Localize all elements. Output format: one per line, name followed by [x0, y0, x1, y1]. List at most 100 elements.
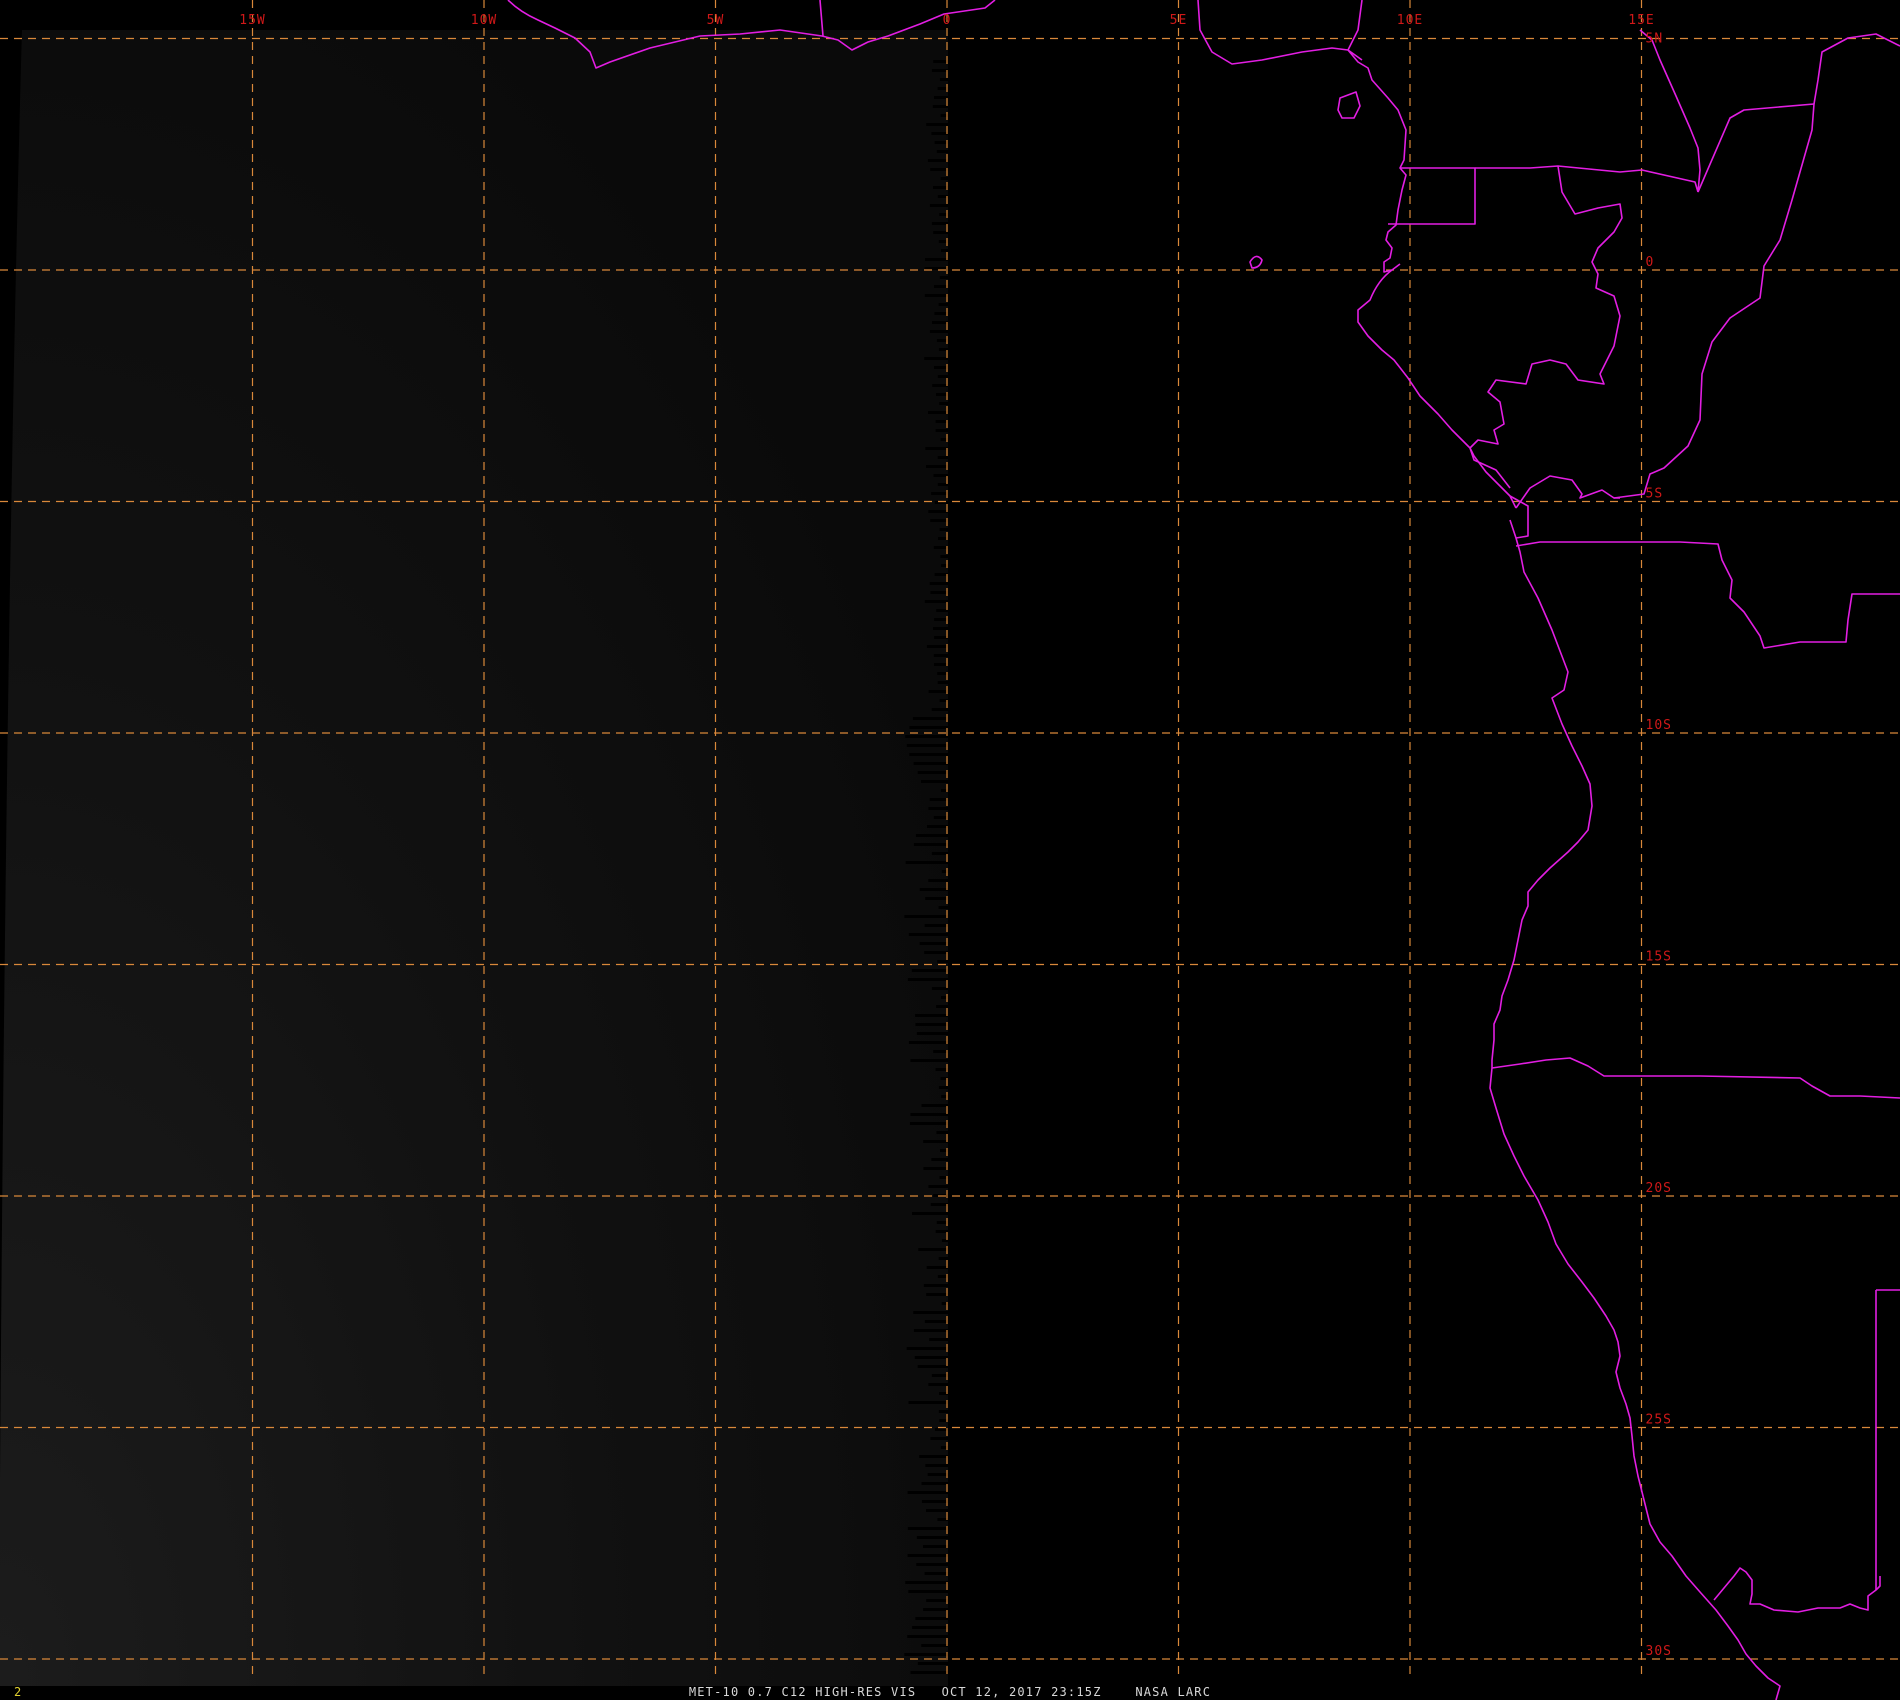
- terminator-speckle: [921, 1500, 948, 1503]
- terminator-speckle: [924, 294, 948, 297]
- terminator-speckle: [933, 186, 948, 189]
- terminator-speckle: [908, 933, 948, 936]
- terminator-speckle: [931, 69, 948, 72]
- terminator-speckle: [936, 150, 948, 153]
- terminator-speckle: [939, 528, 948, 531]
- terminator-speckle: [937, 672, 948, 675]
- terminator-speckle: [916, 1536, 948, 1539]
- terminator-speckle: [931, 222, 948, 225]
- terminator-speckle: [938, 303, 948, 306]
- terminator-speckle: [932, 384, 948, 387]
- terminator-speckle: [935, 429, 948, 432]
- terminator-speckle: [907, 1491, 948, 1494]
- terminator-speckle: [931, 132, 948, 135]
- terminator-speckle: [926, 1599, 948, 1602]
- terminator-speckle: [930, 168, 948, 171]
- terminator-speckle: [925, 1509, 948, 1512]
- terminator-speckle: [938, 1086, 948, 1089]
- terminator-speckle: [918, 1248, 948, 1251]
- terminator-speckle: [927, 159, 948, 162]
- terminator-speckle: [907, 978, 948, 981]
- terminator-speckle: [905, 1581, 948, 1584]
- terminator-speckle: [938, 906, 948, 909]
- terminator-speckle: [928, 411, 948, 414]
- illuminated-region: [0, 30, 948, 1686]
- terminator-speckle: [904, 1653, 948, 1656]
- terminator-speckle: [940, 555, 948, 558]
- terminator-speckle: [913, 762, 948, 765]
- terminator-speckle: [938, 1410, 948, 1413]
- terminator-speckle: [934, 312, 948, 315]
- terminator-speckle: [917, 1365, 948, 1368]
- terminator-speckle: [928, 807, 948, 810]
- terminator-speckle: [924, 600, 948, 603]
- latitude-label: 30S: [1646, 1644, 1672, 1659]
- terminator-speckle: [916, 1563, 948, 1566]
- terminator-speckle: [926, 645, 948, 648]
- terminator-speckle: [924, 1320, 948, 1323]
- terminator-speckle: [930, 519, 948, 522]
- terminator-speckle: [908, 1590, 948, 1593]
- terminator-speckle: [941, 249, 948, 252]
- terminator-speckle: [905, 735, 948, 738]
- terminator-speckle: [931, 492, 948, 495]
- terminator-speckle: [910, 1059, 948, 1062]
- terminator-speckle: [934, 618, 948, 621]
- terminator-speckle: [933, 816, 948, 819]
- latitude-label: 0: [1646, 255, 1655, 270]
- terminator-speckle: [934, 663, 948, 666]
- terminator-speckle: [930, 1437, 948, 1440]
- terminator-speckle: [930, 1203, 948, 1206]
- satellite-map: 15W 10W 5W 0 5E 10E 15E 5N 0 5S 10S 15S 20S 25S 30S: [0, 0, 1900, 1700]
- terminator-speckle: [936, 339, 948, 342]
- terminator-speckle: [931, 708, 948, 711]
- terminator-speckle: [912, 717, 948, 720]
- terminator-speckle: [921, 1104, 948, 1107]
- terminator-speckle: [924, 951, 948, 954]
- terminator-speckle: [911, 1212, 948, 1215]
- terminator-speckle: [934, 141, 948, 144]
- longitude-label: 5E: [1170, 13, 1188, 28]
- terminator-speckle: [920, 780, 948, 783]
- terminator-speckle: [919, 888, 948, 891]
- terminator-speckle: [933, 60, 948, 63]
- terminator-speckle: [914, 1356, 948, 1359]
- terminator-speckle: [925, 258, 948, 261]
- terminator-speckle: [931, 1374, 948, 1377]
- latitude-label: 15S: [1646, 950, 1672, 965]
- latitude-label: 5S: [1646, 487, 1664, 502]
- terminator-speckle: [926, 1293, 948, 1296]
- terminator-speckle: [938, 1257, 948, 1260]
- terminator-speckle: [924, 1572, 948, 1575]
- terminator-speckle: [927, 825, 948, 828]
- terminator-speckle: [906, 1347, 948, 1350]
- terminator-speckle: [927, 1473, 948, 1476]
- terminator-speckle: [936, 1005, 948, 1008]
- terminator-speckle: [912, 1626, 948, 1629]
- terminator-speckle: [939, 78, 948, 81]
- terminator-speckle: [917, 1662, 948, 1665]
- terminator-speckle: [907, 1527, 948, 1530]
- terminator-speckle: [909, 1122, 948, 1125]
- terminator-speckle: [933, 474, 948, 477]
- terminator-speckle: [928, 1185, 948, 1188]
- terminator-speckle: [939, 276, 948, 279]
- terminator-speckle: [930, 591, 948, 594]
- terminator-speckle: [913, 843, 948, 846]
- terminator-speckle: [928, 510, 948, 513]
- latitude-label: 10S: [1646, 718, 1672, 733]
- terminator-speckle: [935, 1230, 948, 1233]
- terminator-speckle: [929, 1338, 948, 1341]
- terminator-speckle: [937, 456, 948, 459]
- terminator-speckle: [937, 960, 948, 963]
- terminator-speckle: [925, 897, 948, 900]
- terminator-speckle: [933, 1050, 948, 1053]
- latitude-label: 5N: [1646, 32, 1664, 47]
- terminator-speckle: [926, 465, 948, 468]
- terminator-speckle: [934, 636, 948, 639]
- terminator-speckle: [931, 852, 948, 855]
- terminator-speckle: [913, 1329, 948, 1332]
- terminator-speckle: [936, 393, 948, 396]
- terminator-speckle: [909, 753, 948, 756]
- longitude-label: 15W: [239, 13, 265, 28]
